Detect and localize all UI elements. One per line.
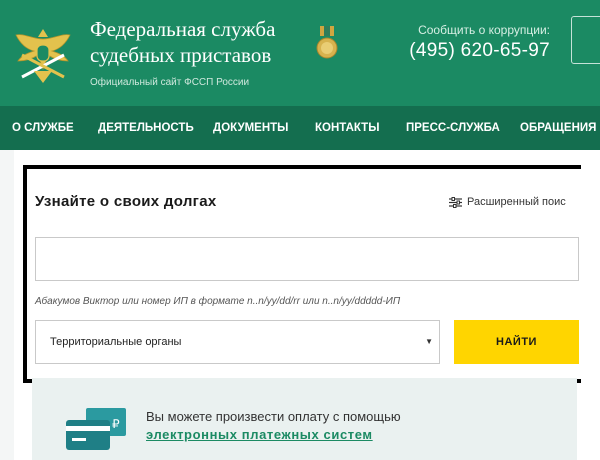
select-value: Территориальные органы: [50, 336, 182, 348]
site-header: Федеральная служба судебных приставов Оф…: [0, 0, 600, 106]
page-side-gutter: [0, 150, 14, 460]
svg-text:₽: ₽: [112, 417, 120, 431]
advanced-search-label: Расширенный поис: [467, 196, 566, 208]
payment-banner: ₽ Вы можете произвести оплату с помощью …: [32, 378, 577, 460]
territorial-organ-select[interactable]: Территориальные органы ▼: [35, 320, 440, 364]
nav-item-documents[interactable]: ДОКУМЕНТЫ: [213, 106, 288, 150]
debt-search-panel: Узнайте о своих долгах Расширенный поис …: [23, 165, 581, 383]
payment-text: Вы можете произвести оплату с помощью: [146, 409, 401, 424]
site-subtitle: Официальный сайт ФССП России: [90, 77, 250, 88]
corruption-phone[interactable]: (495) 620-65-97: [400, 40, 550, 62]
payment-systems-link[interactable]: электронных платежных систем: [146, 427, 373, 442]
medal-icon: [316, 26, 338, 59]
advanced-search-link[interactable]: Расширенный поис: [449, 196, 566, 208]
nav-item-activity[interactable]: ДЕЯТЕЛЬНОСТЬ: [98, 106, 194, 150]
search-hint: Абакумов Виктор или номер ИП в формате n…: [35, 296, 401, 307]
nav-item-about[interactable]: О СЛУЖБЕ: [12, 106, 74, 150]
header-menu-button[interactable]: [571, 16, 600, 64]
site-title[interactable]: Федеральная служба судебных приставов: [90, 16, 330, 68]
nav-item-contacts[interactable]: КОНТАКТЫ: [315, 106, 379, 150]
nav-item-appeals[interactable]: ОБРАЩЕНИЯ: [520, 106, 596, 150]
corruption-label: Сообщить о коррупции:: [418, 23, 550, 37]
credit-card-icon: ₽: [66, 408, 126, 450]
eagle-emblem-icon[interactable]: [12, 25, 74, 87]
dropdown-arrow-icon: ▼: [425, 337, 433, 346]
main-nav: О СЛУЖБЕ ДЕЯТЕЛЬНОСТЬ ДОКУМЕНТЫ КОНТАКТЫ…: [0, 106, 600, 150]
nav-item-press[interactable]: ПРЕСС-СЛУЖБА: [406, 106, 500, 150]
find-button[interactable]: НАЙТИ: [454, 320, 579, 364]
search-title: Узнайте о своих долгах: [35, 193, 217, 210]
sliders-icon: [449, 196, 462, 208]
debtor-search-input[interactable]: [35, 237, 579, 281]
